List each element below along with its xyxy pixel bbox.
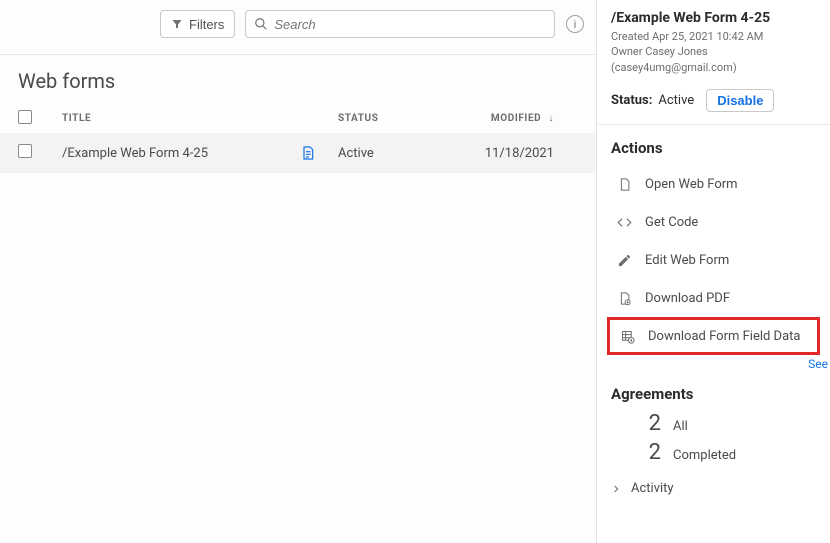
document-icon[interactable]	[300, 145, 338, 161]
funnel-icon	[171, 18, 183, 30]
action-label: Download PDF	[645, 291, 730, 306]
action-open-web-form[interactable]: Open Web Form	[607, 165, 820, 203]
download-pdf-icon	[615, 291, 633, 306]
action-get-code[interactable]: Get Code	[607, 203, 820, 241]
agreement-completed[interactable]: 2 Completed	[639, 440, 812, 465]
row-checkbox[interactable]	[18, 144, 32, 158]
agreements-list: 2 All 2 Completed	[597, 411, 830, 465]
details-created: Created Apr 25, 2021 10:42 AM	[611, 29, 816, 44]
toolbar: Filters i	[0, 0, 596, 55]
search-icon	[254, 17, 268, 31]
table-header: TITLE STATUS MODIFIED ↓	[0, 103, 596, 133]
page-title: Web forms	[0, 55, 596, 103]
main-left-pane: Filters i Web forms TITLE STATUS MODIFIE…	[0, 0, 596, 543]
info-icon[interactable]: i	[566, 15, 584, 33]
row-modified: 11/18/2021	[444, 146, 578, 161]
status-label: Status:	[611, 93, 652, 108]
action-label: Edit Web Form	[645, 253, 729, 268]
activity-label: Activity	[631, 481, 674, 496]
agreement-count: 2	[639, 411, 661, 436]
row-status: Active	[338, 146, 444, 161]
action-download-form-field-data[interactable]: Download Form Field Data	[607, 317, 820, 355]
agreements-heading: Agreements	[597, 371, 830, 411]
details-header: /Example Web Form 4-25 Created Apr 25, 2…	[597, 0, 830, 125]
activity-toggle[interactable]: Activity	[597, 473, 830, 504]
disable-button[interactable]: Disable	[706, 89, 774, 112]
actions-heading: Actions	[597, 125, 830, 165]
column-header-title[interactable]: TITLE	[62, 113, 338, 124]
status-value: Active	[658, 93, 694, 108]
filters-label: Filters	[189, 17, 224, 32]
action-label: Open Web Form	[645, 177, 738, 192]
action-label: Get Code	[645, 215, 698, 230]
search-input-wrapper[interactable]	[245, 10, 555, 38]
agreement-count: 2	[639, 440, 661, 465]
details-title: /Example Web Form 4-25	[611, 10, 816, 26]
agreement-label: All	[673, 419, 688, 434]
actions-list: Open Web Form Get Code Edit Web Form Dow…	[597, 165, 830, 355]
status-row: Status: Active Disable	[611, 89, 816, 112]
action-download-pdf[interactable]: Download PDF	[607, 279, 820, 317]
filters-button[interactable]: Filters	[160, 10, 235, 38]
table-row[interactable]: /Example Web Form 4-25 Active 11/18/2021	[0, 133, 596, 173]
action-label: Download Form Field Data	[648, 329, 800, 344]
details-panel: /Example Web Form 4-25 Created Apr 25, 2…	[596, 0, 830, 543]
document-outline-icon	[615, 177, 633, 192]
code-icon	[615, 215, 633, 230]
download-data-icon	[618, 329, 636, 344]
column-header-modified[interactable]: MODIFIED ↓	[444, 113, 578, 124]
agreement-label: Completed	[673, 448, 736, 463]
see-more-link[interactable]: See	[597, 355, 830, 371]
column-header-status[interactable]: STATUS	[338, 113, 444, 124]
action-edit-web-form[interactable]: Edit Web Form	[607, 241, 820, 279]
select-all-checkbox[interactable]	[18, 110, 32, 124]
search-input[interactable]	[274, 17, 534, 32]
details-owner: Owner Casey Jones (casey4umg@gmail.com)	[611, 44, 816, 75]
row-title: /Example Web Form 4-25	[62, 146, 300, 161]
sort-desc-icon: ↓	[548, 113, 554, 124]
agreement-all[interactable]: 2 All	[639, 411, 812, 436]
chevron-right-icon	[611, 484, 621, 494]
pencil-icon	[615, 253, 633, 268]
